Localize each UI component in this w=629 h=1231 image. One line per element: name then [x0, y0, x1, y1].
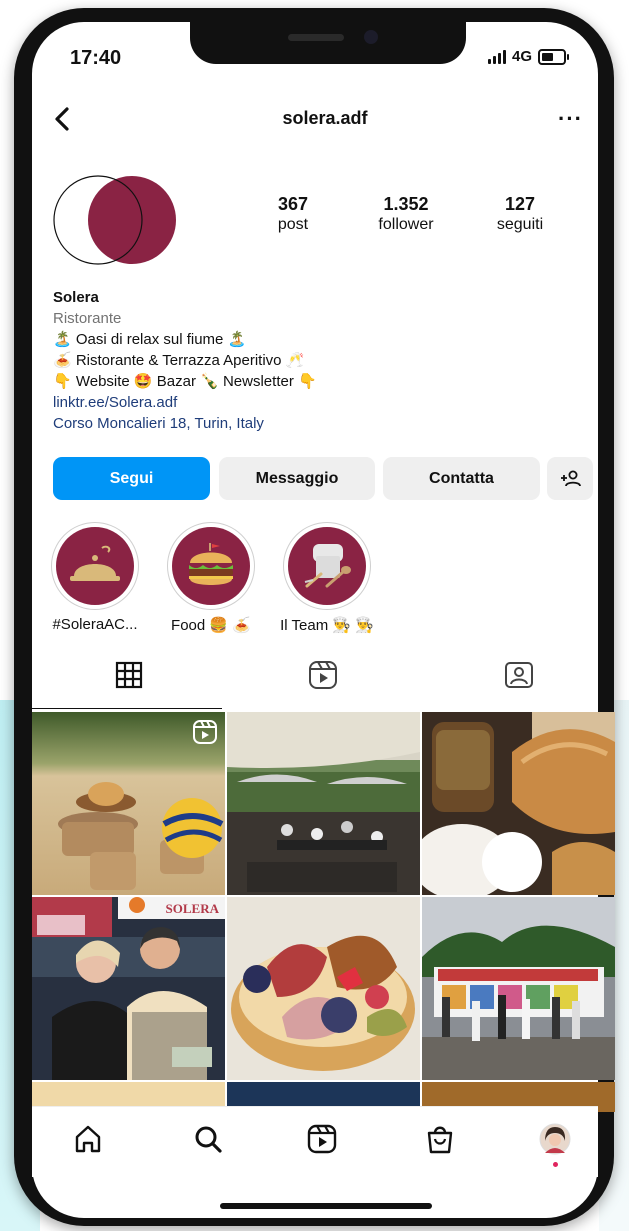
stat-followers-label: follower — [378, 216, 434, 233]
post-thumbnail[interactable] — [32, 712, 225, 895]
front-camera — [364, 30, 378, 44]
network-type: 4G — [512, 48, 533, 65]
tagged-icon[interactable] — [504, 660, 534, 690]
signal-icon — [488, 49, 506, 64]
post-thumbnail[interactable] — [422, 712, 615, 895]
stat-posts[interactable]: 367 post — [258, 194, 328, 234]
bio-link[interactable]: linktr.ee/Solera.adf — [53, 392, 573, 413]
home-icon[interactable] — [72, 1123, 104, 1155]
highlight-item[interactable]: #SoleraAC... — [47, 522, 143, 633]
bio-address[interactable]: Corso Moncalieri 18, Turin, Italy — [53, 413, 573, 434]
bio-line: 🍝 Ristorante & Terrazza Aperitivo 🥂 — [53, 352, 305, 369]
stat-following-value: 127 — [504, 194, 536, 214]
content-tabs — [32, 660, 598, 710]
search-icon[interactable] — [192, 1123, 224, 1155]
stat-following[interactable]: 127 seguiti — [485, 194, 555, 234]
speaker — [288, 34, 344, 41]
post-thumbnail[interactable] — [227, 897, 420, 1080]
post-thumbnail[interactable] — [227, 712, 420, 895]
posts-grid: SOLERA — [32, 712, 617, 1112]
reels-icon[interactable] — [306, 1123, 338, 1155]
profile-bio: Solera Ristorante 🏝️ Oasi di relax sul f… — [53, 287, 573, 434]
bottom-navigation — [32, 1106, 598, 1177]
highlight-item[interactable]: Il Team 👨‍🍳 👨‍🍳 — [279, 522, 375, 634]
highlight-label: Food 🍔 🍝 — [171, 617, 251, 634]
grid-icon[interactable] — [114, 660, 144, 690]
highlight-ring — [283, 522, 371, 610]
home-indicator[interactable] — [220, 1203, 432, 1209]
notification-dot — [553, 1162, 558, 1167]
notch — [190, 22, 466, 64]
highlight-label: Il Team 👨‍🍳 👨‍🍳 — [280, 617, 374, 634]
profile-avatar[interactable] — [52, 175, 176, 265]
shop-bag-icon[interactable] — [424, 1123, 456, 1155]
bio-line: 👇 Website 🤩 Bazar 🍾 Newsletter 👇 — [53, 373, 317, 390]
follow-button[interactable]: Segui — [53, 457, 210, 500]
profile-avatar-icon[interactable] — [539, 1123, 571, 1155]
chef-tools-icon — [288, 527, 366, 605]
more-dots-icon[interactable]: ··· — [558, 106, 583, 132]
add-user-button[interactable] — [547, 457, 593, 500]
reel-badge-icon — [193, 720, 217, 749]
status-indicators: 4G — [488, 48, 570, 65]
chevron-left-icon[interactable] — [50, 106, 76, 132]
profile-name: Solera — [53, 289, 99, 306]
contact-button[interactable]: Contatta — [383, 457, 540, 500]
active-tab-indicator — [32, 708, 222, 709]
stat-following-label: seguiti — [496, 216, 544, 233]
post-thumbnail[interactable] — [422, 897, 615, 1080]
stat-posts-label: post — [277, 216, 309, 233]
bio-line: 🏝️ Oasi di relax sul fiume 🏝️ — [53, 331, 247, 348]
profile-category: Ristorante — [53, 310, 122, 327]
highlight-label: #SoleraAC... — [52, 616, 138, 633]
post-badge-text: SOLERA — [165, 901, 219, 916]
post-thumbnail[interactable]: SOLERA — [32, 897, 225, 1080]
burger-icon — [172, 527, 250, 605]
message-button[interactable]: Messaggio — [219, 457, 375, 500]
stat-posts-value: 367 — [277, 194, 309, 214]
status-time: 17:40 — [70, 47, 122, 69]
cloche-icon — [56, 527, 134, 605]
profile-username: solera.adf — [282, 108, 368, 128]
highlight-item[interactable]: Food 🍔 🍝 — [163, 522, 259, 634]
stat-followers-value: 1.352 — [383, 194, 429, 214]
highlight-ring — [167, 522, 255, 610]
highlight-ring — [51, 522, 139, 610]
battery-icon — [538, 48, 570, 65]
stat-followers[interactable]: 1.352 follower — [360, 194, 452, 234]
reels-icon[interactable] — [308, 660, 338, 690]
add-user-icon — [561, 470, 581, 486]
